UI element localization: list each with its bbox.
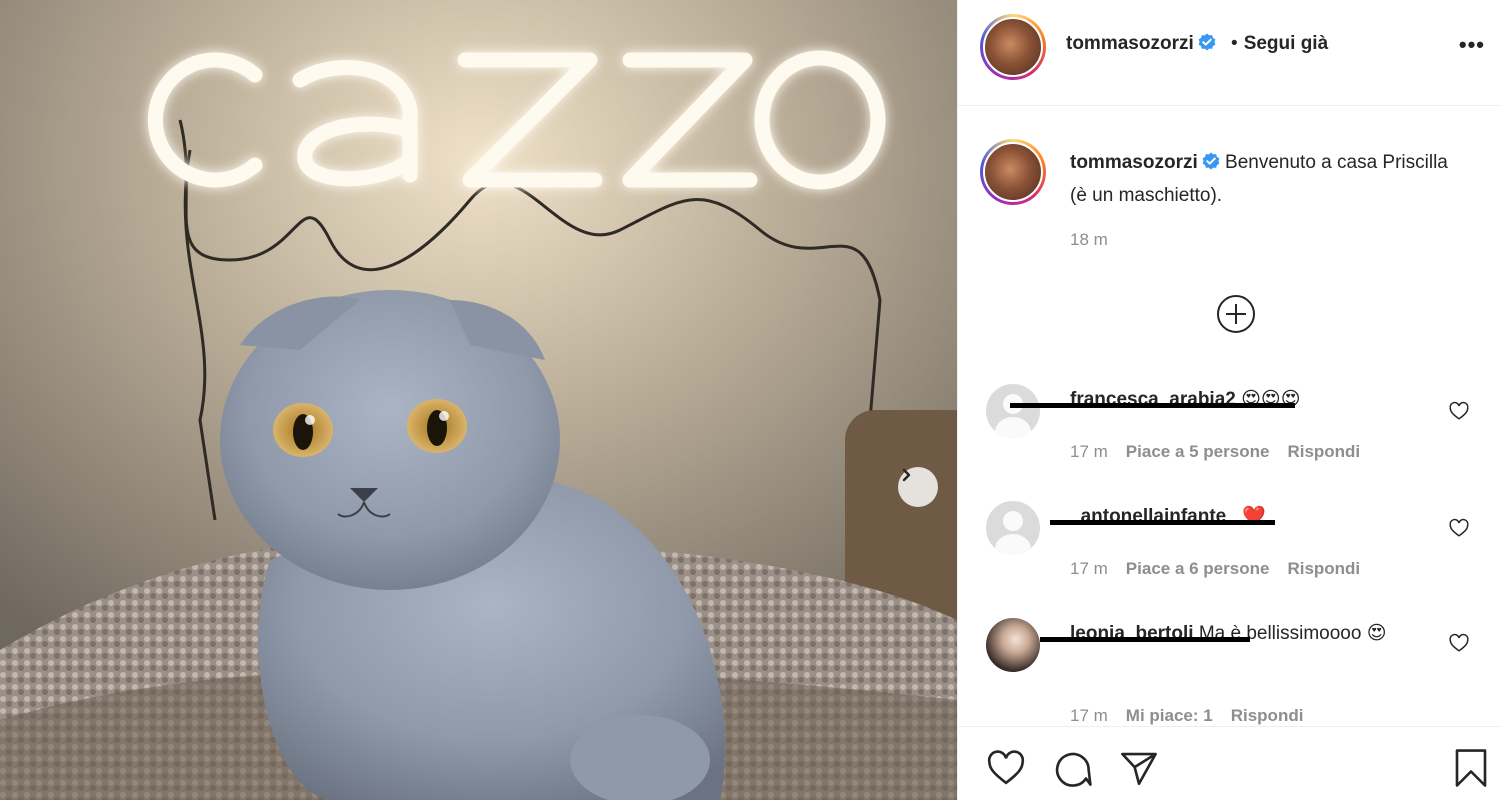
comment-like-count[interactable]: Piace a 6 persone (1126, 559, 1270, 578)
comment-avatar[interactable] (986, 501, 1040, 555)
comment-reply-button[interactable]: Rispondi (1287, 442, 1360, 461)
author-line: tommasozorzi • Segui già (1066, 33, 1328, 57)
comment-username[interactable]: leonia_bertoli (1040, 623, 1250, 644)
heart-icon[interactable] (985, 747, 1027, 789)
author-username[interactable]: tommasozorzi (1066, 33, 1194, 54)
comment-meta: 17 m Piace a 5 persone Rispondi (1070, 442, 1378, 462)
post-side-panel: tommasozorzi • Segui già ••• tommasozorzi… (957, 0, 1501, 800)
verified-badge-icon (1202, 149, 1220, 180)
post-image[interactable] (0, 0, 957, 800)
comment-avatar[interactable] (986, 618, 1040, 672)
load-more-comments-button[interactable] (1216, 294, 1256, 334)
comment-reply-button[interactable]: Rispondi (1287, 559, 1360, 578)
heart-icon[interactable] (1448, 400, 1470, 422)
verified-badge-icon (1198, 33, 1216, 57)
plus-circle-icon (1217, 295, 1255, 333)
comment-time[interactable]: 17 m (1070, 559, 1108, 578)
photo-illustration (0, 0, 957, 800)
comment-meta: 17 m Piace a 6 persone Rispondi (1070, 559, 1378, 579)
author-avatar[interactable] (980, 14, 1046, 80)
comment-text: francesca_arabia2 😍😍😍 (1010, 386, 1430, 414)
heart-icon[interactable] (1448, 517, 1470, 539)
comment-text: leonia_bertoli Ma è bellissimoooo 😍 (1040, 620, 1430, 648)
comment-text: _antonellainfante_ ❤️ (1050, 503, 1430, 531)
following-button[interactable]: Segui già (1244, 33, 1328, 54)
heart-icon[interactable] (1448, 632, 1470, 654)
redaction-bar (1010, 403, 1295, 408)
paper-plane-icon[interactable] (1118, 747, 1160, 789)
more-options-icon[interactable]: ••• (1459, 32, 1485, 58)
caption-username[interactable]: tommasozorzi (1070, 152, 1198, 173)
caption-avatar[interactable] (980, 139, 1046, 205)
comment-like-count[interactable]: Piace a 5 persone (1126, 442, 1270, 461)
header-separator: • (1231, 33, 1238, 54)
chevron-right-icon (902, 468, 911, 482)
comment-like-count[interactable]: Mi piace: 1 (1126, 706, 1213, 725)
comment-avatar[interactable] (986, 384, 1040, 438)
carousel-next-button[interactable] (898, 467, 938, 507)
speech-bubble-icon[interactable] (1051, 747, 1093, 789)
comment-reply-button[interactable]: Rispondi (1231, 706, 1304, 725)
post-header: tommasozorzi • Segui già ••• (958, 0, 1501, 106)
redaction-bar (1040, 637, 1250, 642)
redaction-bar (1050, 520, 1275, 525)
comment-username[interactable]: _antonellainfante_ (1050, 506, 1275, 527)
caption-text-block: tommasozorzi Benvenuto a casa Priscilla … (1070, 147, 1450, 211)
comment-meta: 17 m Mi piace: 1 Rispondi (1070, 706, 1321, 726)
caption-timestamp[interactable]: 18 m (1070, 230, 1108, 250)
comment-username[interactable]: francesca_arabia2 (1010, 389, 1295, 410)
bookmark-icon[interactable] (1450, 747, 1492, 789)
post-action-bar (958, 726, 1501, 800)
comment-time[interactable]: 17 m (1070, 706, 1108, 725)
comment-time[interactable]: 17 m (1070, 442, 1108, 461)
